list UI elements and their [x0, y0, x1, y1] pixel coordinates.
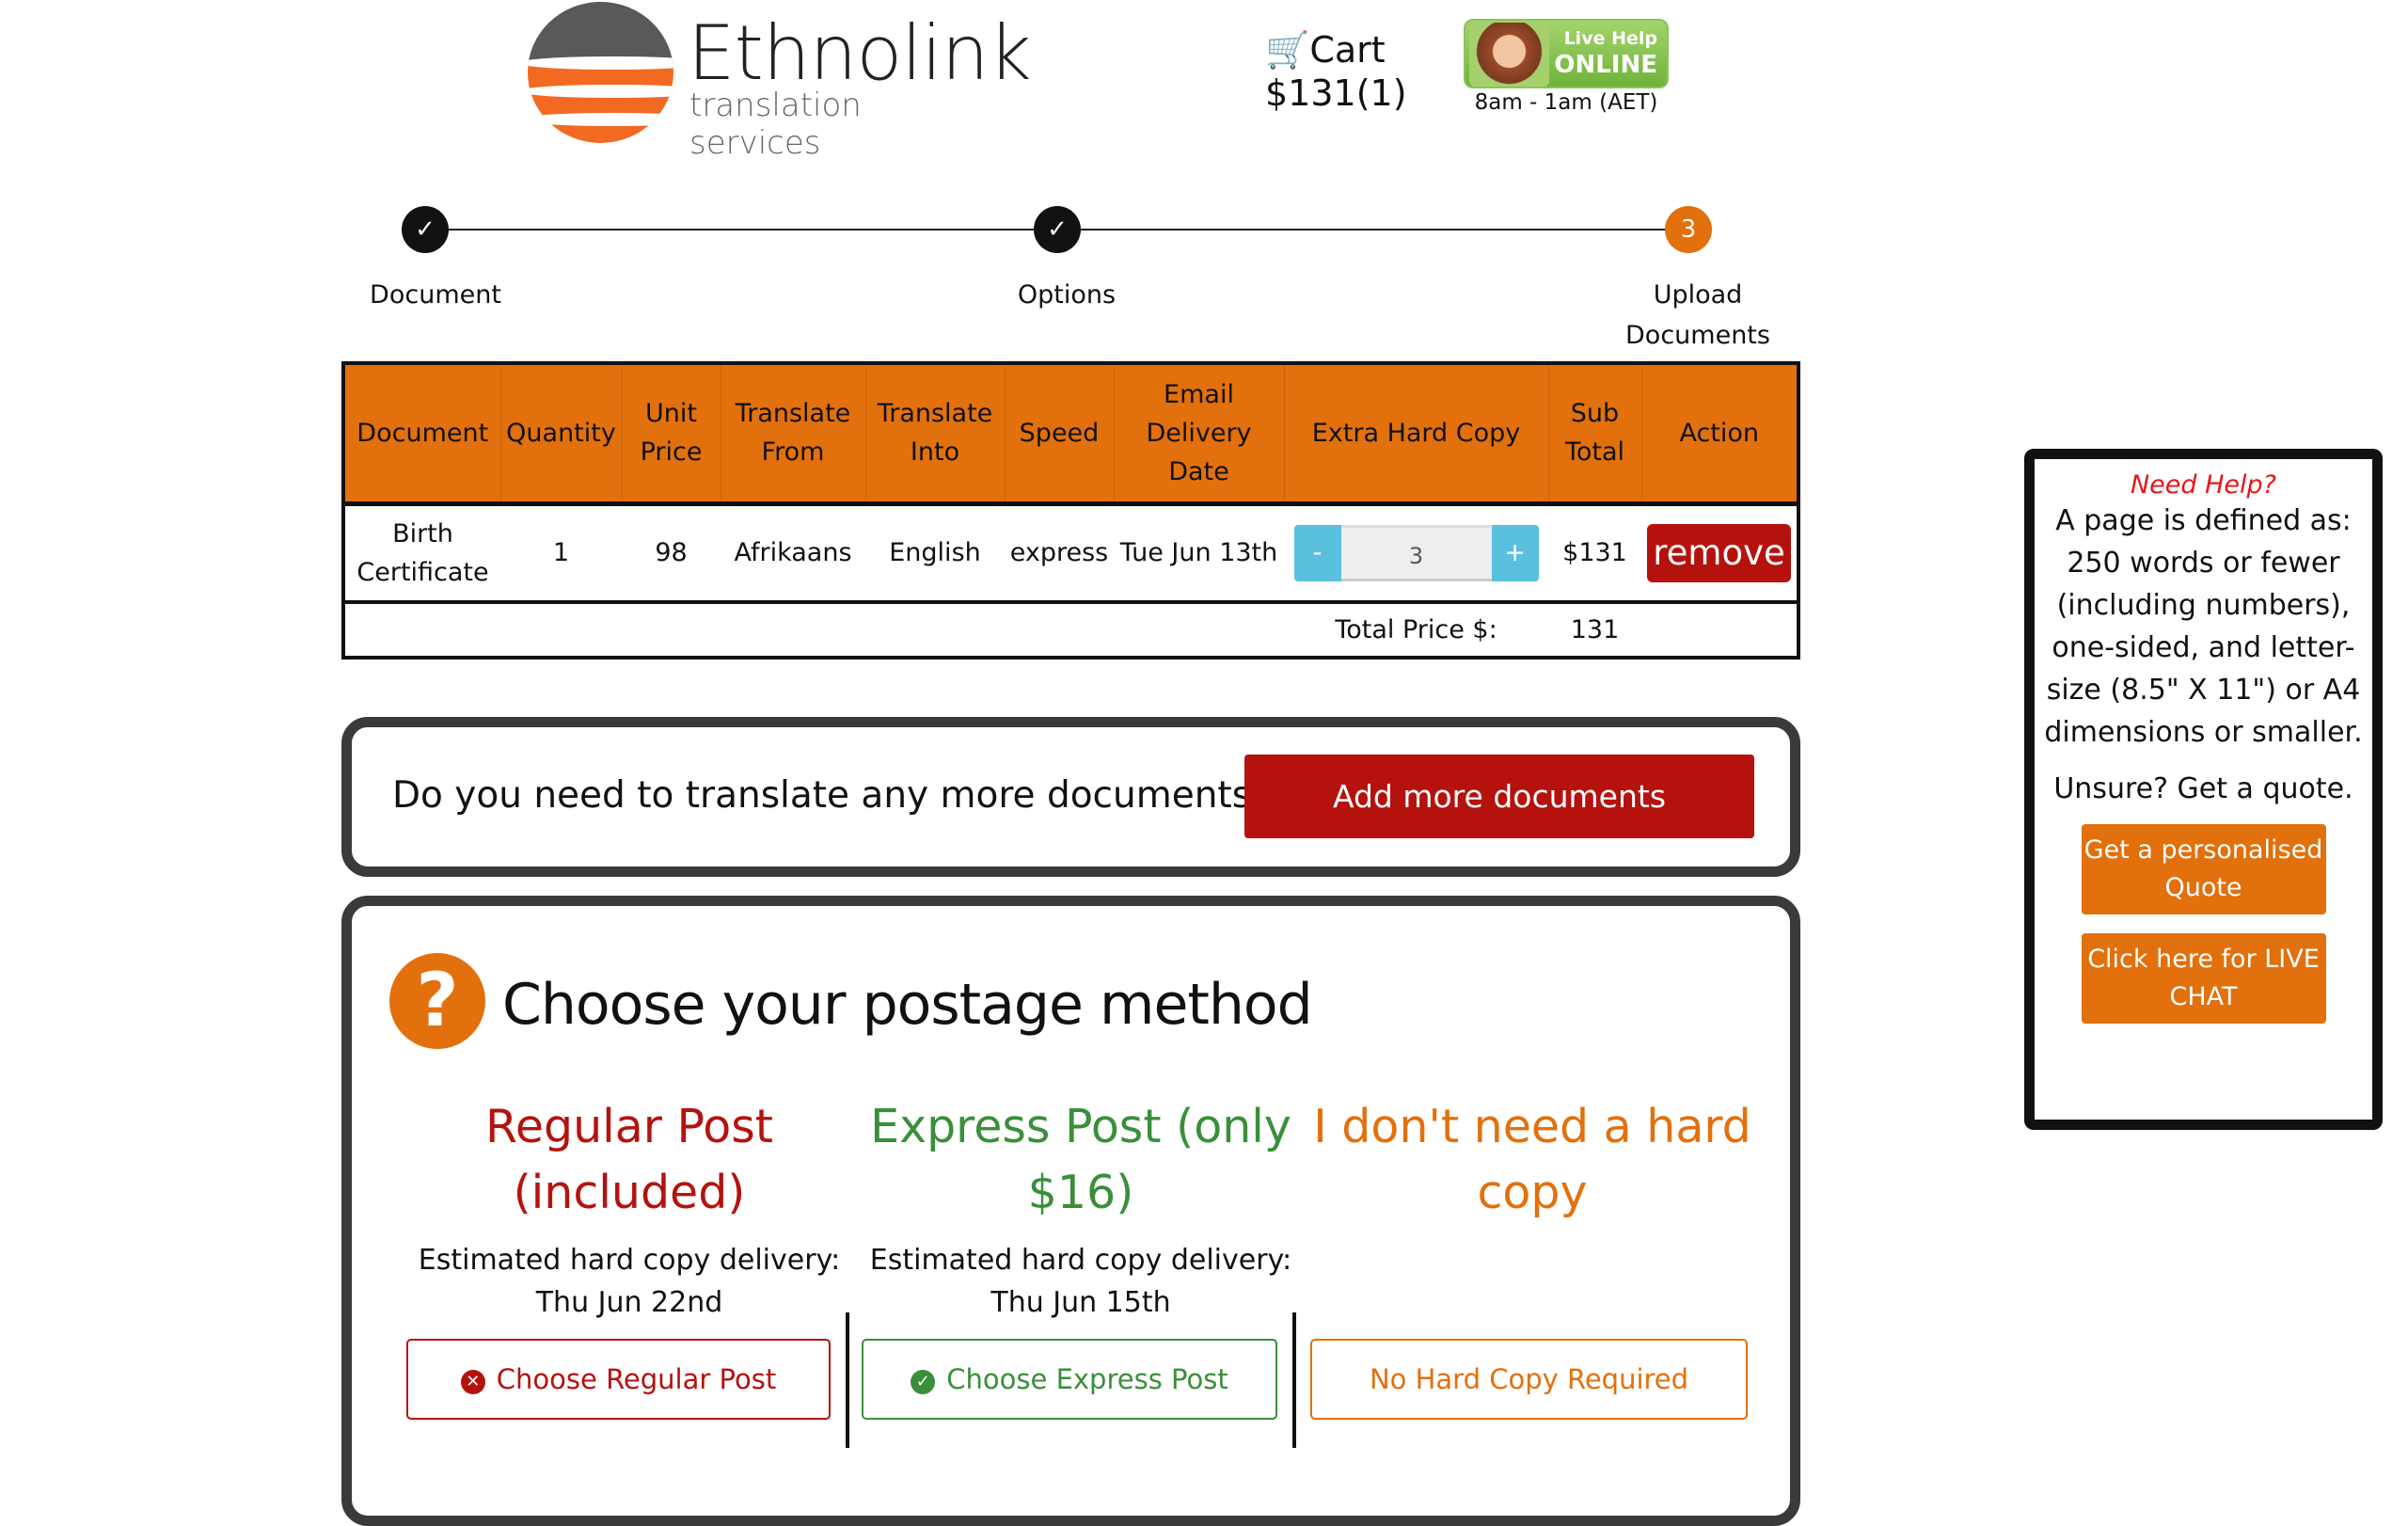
col-header: Extra Hard Copy [1284, 365, 1549, 506]
cart-label: Cart [1309, 29, 1386, 71]
divider [1292, 1312, 1296, 1448]
unsure-text: Unsure? Get a quote. [2053, 772, 2353, 805]
live-help-button[interactable]: Live Help ONLINE [1464, 19, 1669, 88]
live-chat-button[interactable]: Click here for LIVE CHAT [2081, 933, 2326, 1024]
cell-unit-price: 98 [622, 503, 721, 604]
step-1-check-icon: ✓ [402, 206, 449, 253]
cell-from: Afrikaans [721, 503, 865, 604]
more-documents-panel: Do you need to translate any more docume… [341, 717, 1800, 877]
check-circle-icon: ✓ [911, 1370, 936, 1394]
col-header: Translate Into [865, 365, 1006, 506]
get-quote-button[interactable]: Get a personalised Quote [2081, 824, 2326, 914]
express-post-option: Express Post (only $16) Estimated hard c… [860, 1094, 1302, 1324]
regular-post-heading: Regular Post (included) [484, 1100, 774, 1219]
regular-post-option: Regular Post (included) Estimated hard c… [408, 1094, 850, 1324]
button-label: Choose Regular Post [496, 1363, 777, 1395]
hard-copy-stepper: - 3 + [1293, 524, 1539, 581]
total-label: Total Price $: [1335, 615, 1497, 644]
col-header: Quantity [500, 365, 623, 506]
step-3-label: Upload Documents [1625, 280, 1770, 350]
logo-name: Ethnolink [688, 9, 1032, 97]
express-est-date: Thu Jun 15th [990, 1286, 1171, 1319]
step-3-number: 3 [1665, 206, 1712, 253]
total-row: Total Price $: 131 [345, 602, 1797, 656]
live-help-label: Live Help [1563, 28, 1657, 49]
page-definition-text: A page is defined as: 250 words or fewer… [2044, 504, 2363, 749]
no-hard-copy-option: I don't need a hard copy [1311, 1094, 1753, 1226]
no-hard-copy-heading: I don't need a hard copy [1313, 1100, 1751, 1219]
col-header: Speed [1005, 365, 1115, 506]
col-header: Document [345, 365, 501, 506]
col-header: Translate From [721, 365, 866, 506]
postage-title: Choose your postage method [502, 972, 1313, 1038]
cell-document: Birth Certificate [345, 503, 500, 604]
need-help-title: Need Help? [2130, 470, 2277, 500]
support-agent-avatar [1469, 23, 1549, 87]
step-2-check-icon: ✓ [1034, 206, 1081, 253]
postage-panel: ? Choose your postage method Regular Pos… [341, 896, 1800, 1526]
divider [846, 1312, 849, 1448]
cell-subtotal: $131 [1548, 503, 1641, 604]
regular-est-date: Thu Jun 22nd [535, 1286, 723, 1319]
regular-est-label: Estimated hard copy delivery: [418, 1244, 841, 1277]
cart-icon: 🛒 [1265, 29, 1310, 71]
step-2-label: Options [1017, 280, 1117, 310]
question-icon: ? [389, 953, 485, 1049]
logo-subtitle: translation services [689, 87, 862, 162]
cart-link[interactable]: 🛒Cart $131(1) [1265, 28, 1407, 115]
choose-regular-post-button[interactable]: ✕ Choose Regular Post [406, 1339, 831, 1420]
col-header: Sub Total [1548, 365, 1642, 506]
choose-express-post-button[interactable]: ✓ Choose Express Post [862, 1339, 1277, 1420]
hard-copy-input[interactable]: 3 [1340, 524, 1492, 581]
cell-quantity: 1 [500, 503, 622, 604]
col-header: Email Delivery Date [1114, 365, 1285, 506]
x-circle-icon: ✕ [460, 1370, 485, 1394]
remove-button[interactable]: remove [1647, 523, 1791, 582]
add-more-documents-button[interactable]: Add more documents [1244, 755, 1754, 838]
step-1-label: Document [370, 280, 501, 310]
button-label: Choose Express Post [946, 1363, 1228, 1395]
cart-total: $131(1) [1265, 72, 1407, 114]
express-post-heading: Express Post (only $16) [870, 1100, 1291, 1219]
cell-speed: express [1005, 503, 1114, 604]
order-table: Document Quantity Unit Price Translate F… [341, 361, 1800, 660]
logo-mark-icon [528, 2, 673, 143]
cell-into: English [865, 503, 1005, 604]
increment-button[interactable]: + [1491, 524, 1539, 581]
table-row: Birth Certificate 1 98 Afrikaans English… [345, 503, 1797, 604]
help-sidebar: Need Help? A page is defined as: 250 wor… [2024, 449, 2383, 1130]
express-est-label: Estimated hard copy delivery: [869, 1244, 1292, 1277]
col-header: Unit Price [622, 365, 721, 506]
decrement-button[interactable]: - [1293, 524, 1341, 581]
more-documents-question: Do you need to translate any more docume… [392, 774, 1271, 817]
col-header: Action [1641, 365, 1797, 506]
live-help-status: ONLINE [1554, 51, 1657, 79]
cell-delivery: Tue Jun 13th [1114, 503, 1284, 604]
no-hard-copy-button[interactable]: No Hard Copy Required [1310, 1339, 1748, 1420]
support-hours: 8am - 1am (AET) [1474, 90, 1658, 115]
total-value: 131 [1570, 615, 1620, 644]
ethnolink-logo[interactable]: Ethnolink translation services [528, 0, 1032, 162]
